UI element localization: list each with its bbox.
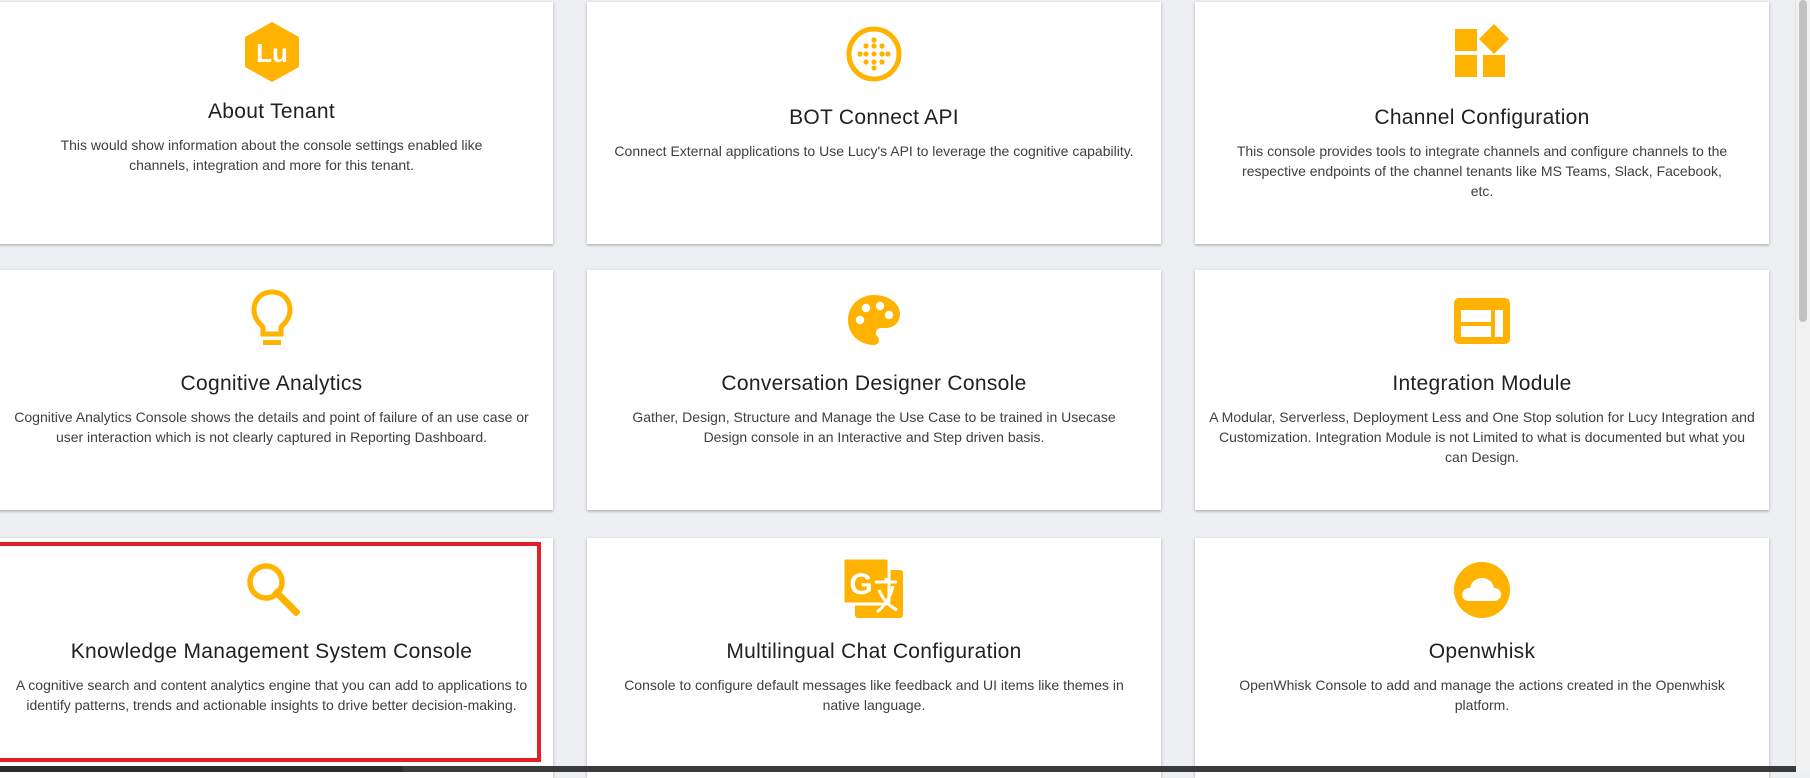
card-bot-connect-api[interactable]: BOT Connect API Connect External applica… (587, 2, 1161, 244)
card-about-tenant[interactable]: Lu About Tenant This would show informat… (0, 2, 553, 244)
bottom-edge-bar (0, 766, 1796, 772)
web-layout-icon (1452, 296, 1512, 351)
card-title: Integration Module (1392, 372, 1572, 395)
horizontal-scrollbar-thumb[interactable] (403, 766, 1796, 772)
card-title: Conversation Designer Console (721, 372, 1027, 395)
card-description: OpenWhisk Console to add and manage the … (1239, 677, 1725, 713)
card-description: Gather, Design, Structure and Manage the… (632, 409, 1116, 445)
card-title: Openwhisk (1428, 640, 1536, 663)
card-conversation-designer-console[interactable]: Conversation Designer Console Gather, De… (587, 270, 1161, 510)
scrollbar-thumb[interactable] (1799, 0, 1807, 322)
lu-hexagon-logo-icon: Lu (241, 20, 303, 89)
palette-icon (845, 292, 903, 353)
cloud-icon (1452, 560, 1512, 625)
translate-icon: G (841, 556, 907, 627)
widgets-icon (1453, 24, 1511, 87)
card-description: A Modular, Serverless, Deployment Less a… (1209, 409, 1755, 465)
card-title: Cognitive Analytics (180, 372, 363, 395)
card-title: Knowledge Management System Console (70, 640, 473, 663)
lightbulb-icon (250, 288, 294, 355)
card-title: About Tenant (208, 100, 335, 123)
card-title: Channel Configuration (1374, 106, 1590, 129)
card-description: Connect External applications to Use Luc… (614, 143, 1134, 159)
card-description: This console provides tools to integrate… (1236, 143, 1728, 199)
card-description: Cognitive Analytics Console shows the de… (14, 409, 529, 445)
card-description: A cognitive search and content analytics… (15, 677, 528, 713)
card-openwhisk[interactable]: Openwhisk OpenWhisk Console to add and m… (1195, 538, 1769, 778)
card-integration-module[interactable]: Integration Module A Modular, Serverless… (1195, 270, 1769, 510)
card-description: This would show information about the co… (60, 137, 483, 173)
console-grid: Lu About Tenant This would show informat… (0, 0, 1810, 778)
card-channel-configuration[interactable]: Channel Configuration This console provi… (1195, 2, 1769, 244)
card-description: Console to configure default messages li… (624, 677, 1124, 713)
card-knowledge-management-system-console[interactable]: Knowledge Management System Console A co… (0, 538, 553, 778)
logo-text: Lu (256, 38, 288, 68)
card-title: BOT Connect API (789, 106, 959, 129)
vertical-scrollbar[interactable] (1795, 0, 1810, 772)
card-cognitive-analytics[interactable]: Cognitive Analytics Cognitive Analytics … (0, 270, 553, 510)
card-title: Multilingual Chat Configuration (726, 640, 1022, 663)
search-icon (244, 560, 301, 621)
card-multilingual-chat-configuration[interactable]: G Multilingual Chat Configuration Consol… (587, 538, 1161, 778)
translate-glyph: G (849, 568, 872, 601)
dotted-circle-icon (844, 24, 904, 89)
